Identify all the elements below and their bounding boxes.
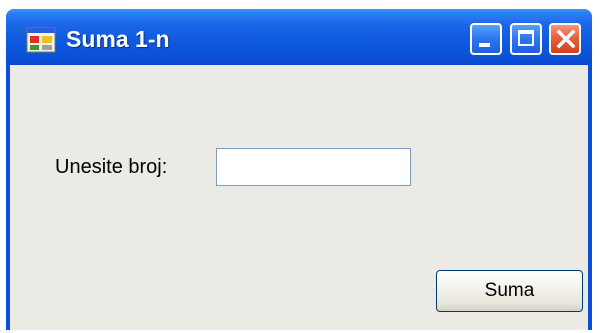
sum-button[interactable]: Suma <box>436 270 583 312</box>
number-label: Unesite broj: <box>55 156 168 178</box>
app-window: Suma 1-n Unesite broj: Suma <box>6 9 592 330</box>
window-title: Suma 1-n <box>66 26 170 52</box>
close-icon <box>556 29 576 49</box>
close-button[interactable] <box>549 23 581 55</box>
application-icon <box>26 27 56 53</box>
form-client-area: Unesite broj: Suma <box>10 65 588 330</box>
maximize-icon <box>518 30 534 46</box>
title-bar[interactable]: Suma 1-n <box>6 9 592 65</box>
minimize-icon <box>479 43 490 47</box>
minimize-button[interactable] <box>470 23 502 55</box>
number-input[interactable] <box>216 148 411 186</box>
maximize-button[interactable] <box>510 23 542 55</box>
